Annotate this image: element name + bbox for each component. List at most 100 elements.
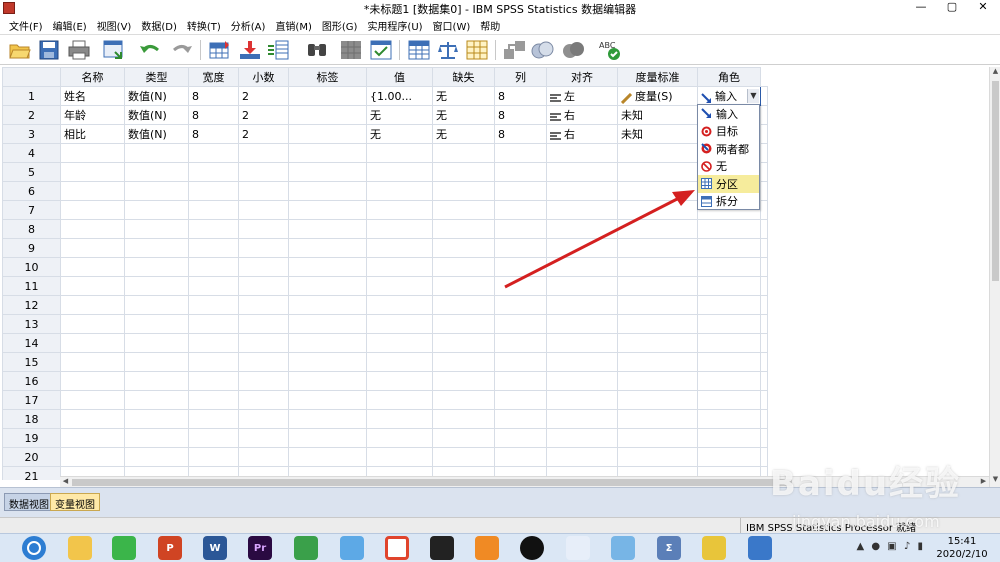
cell-width[interactable]	[188, 143, 239, 163]
cell-decimals[interactable]	[238, 257, 289, 277]
cell-role[interactable]	[697, 428, 761, 448]
header-decimals[interactable]: 小数	[238, 67, 289, 87]
menu-help[interactable]: 帮助	[475, 18, 505, 33]
cell-decimals[interactable]	[238, 352, 289, 372]
cell-width[interactable]: 8	[188, 86, 239, 106]
cell-type[interactable]	[124, 333, 189, 353]
cell-columns[interactable]	[494, 295, 547, 315]
cell-align[interactable]	[546, 390, 618, 410]
cell-measure[interactable]: 度量(S)	[617, 86, 698, 106]
cell-width[interactable]	[188, 409, 239, 429]
cell-role[interactable]	[697, 257, 761, 277]
wechat-icon[interactable]	[112, 536, 136, 560]
cell-missing[interactable]	[432, 200, 495, 220]
use-sets-icon[interactable]	[531, 38, 555, 62]
dialog-recall-icon[interactable]	[102, 38, 126, 62]
goto-variable-icon[interactable]	[238, 38, 262, 62]
cell-type[interactable]	[124, 276, 189, 296]
cell-values[interactable]	[366, 143, 433, 163]
cell-align[interactable]	[546, 238, 618, 258]
cell-measure[interactable]	[617, 181, 698, 201]
cell-columns[interactable]	[494, 428, 547, 448]
role-option-both[interactable]: 两者都	[698, 140, 759, 158]
cell-decimals[interactable]: 2	[238, 105, 289, 125]
cell-width[interactable]	[188, 352, 239, 372]
cell-measure[interactable]	[617, 219, 698, 239]
cell-measure[interactable]: 未知	[617, 105, 698, 125]
cell-measure[interactable]	[617, 162, 698, 182]
cell-decimals[interactable]	[238, 219, 289, 239]
cell-label[interactable]	[288, 371, 367, 391]
cell-width[interactable]	[188, 219, 239, 239]
cell-type[interactable]	[124, 352, 189, 372]
header-label[interactable]: 标签	[288, 67, 367, 87]
cell-width[interactable]	[188, 390, 239, 410]
cell-columns[interactable]	[494, 200, 547, 220]
cell-label[interactable]	[288, 352, 367, 372]
cell-label[interactable]	[288, 428, 367, 448]
cell-type[interactable]	[124, 257, 189, 277]
cell-role[interactable]	[697, 390, 761, 410]
cell-type[interactable]	[124, 200, 189, 220]
spell-check-icon[interactable]: ABC	[598, 38, 622, 62]
cell-name[interactable]	[60, 352, 125, 372]
cell-decimals[interactable]	[238, 333, 289, 353]
cell-align[interactable]: 右	[546, 124, 618, 144]
taskbar-clock[interactable]: 15:41 2020/2/10	[930, 535, 994, 561]
cell-label[interactable]	[288, 219, 367, 239]
cell-missing[interactable]	[432, 257, 495, 277]
cell-width[interactable]	[188, 162, 239, 182]
cell-width[interactable]	[188, 428, 239, 448]
cell-width[interactable]	[188, 314, 239, 334]
cell-type[interactable]	[124, 428, 189, 448]
cell-columns[interactable]	[494, 181, 547, 201]
cell-measure[interactable]	[617, 143, 698, 163]
cell-measure[interactable]	[617, 371, 698, 391]
cell-label[interactable]	[288, 333, 367, 353]
scroll-up-icon[interactable]: ▲	[990, 67, 1000, 79]
horizontal-scroll-thumb[interactable]	[72, 479, 792, 486]
file-explorer-icon[interactable]	[68, 536, 92, 560]
cell-role[interactable]	[697, 409, 761, 429]
cell-width[interactable]	[188, 181, 239, 201]
cell-name[interactable]	[60, 200, 125, 220]
menu-direct-marketing[interactable]: 直销(M)	[270, 18, 316, 33]
tab-data-view[interactable]: 数据视图	[4, 493, 54, 511]
cell-type[interactable]	[124, 409, 189, 429]
cell-label[interactable]	[288, 409, 367, 429]
cell-values[interactable]	[366, 314, 433, 334]
find-icon[interactable]	[305, 38, 329, 62]
menu-transform[interactable]: 转换(T)	[182, 18, 226, 33]
header-name[interactable]: 名称	[60, 67, 125, 87]
cell-decimals[interactable]	[238, 390, 289, 410]
cell-missing[interactable]	[432, 276, 495, 296]
cell-missing[interactable]	[432, 371, 495, 391]
cell-columns[interactable]	[494, 409, 547, 429]
cell-type[interactable]	[124, 143, 189, 163]
cell-values[interactable]	[366, 409, 433, 429]
cell-align[interactable]	[546, 352, 618, 372]
menu-edit[interactable]: 编辑(E)	[48, 18, 92, 33]
cell-width[interactable]	[188, 295, 239, 315]
cell-width[interactable]	[188, 276, 239, 296]
cell-label[interactable]	[288, 314, 367, 334]
word-icon[interactable]: W	[203, 536, 227, 560]
cell-measure[interactable]	[617, 200, 698, 220]
row-number[interactable]: 19	[2, 428, 61, 448]
cell-missing[interactable]	[432, 447, 495, 467]
cell-measure[interactable]	[617, 276, 698, 296]
cell-missing[interactable]	[432, 333, 495, 353]
cell-measure[interactable]	[617, 333, 698, 353]
cell-decimals[interactable]	[238, 200, 289, 220]
row-number[interactable]: 21	[2, 466, 61, 480]
header-values[interactable]: 值	[366, 67, 433, 87]
minimize-button[interactable]: —	[906, 0, 936, 16]
cell-name[interactable]	[60, 295, 125, 315]
cell-decimals[interactable]: 2	[238, 124, 289, 144]
row-number[interactable]: 9	[2, 238, 61, 258]
cell-values[interactable]	[366, 162, 433, 182]
tab-variable-view[interactable]: 变量视图	[50, 493, 100, 511]
cell-name[interactable]	[60, 162, 125, 182]
cell-type[interactable]	[124, 447, 189, 467]
role-option-target[interactable]: 目标	[698, 123, 759, 141]
